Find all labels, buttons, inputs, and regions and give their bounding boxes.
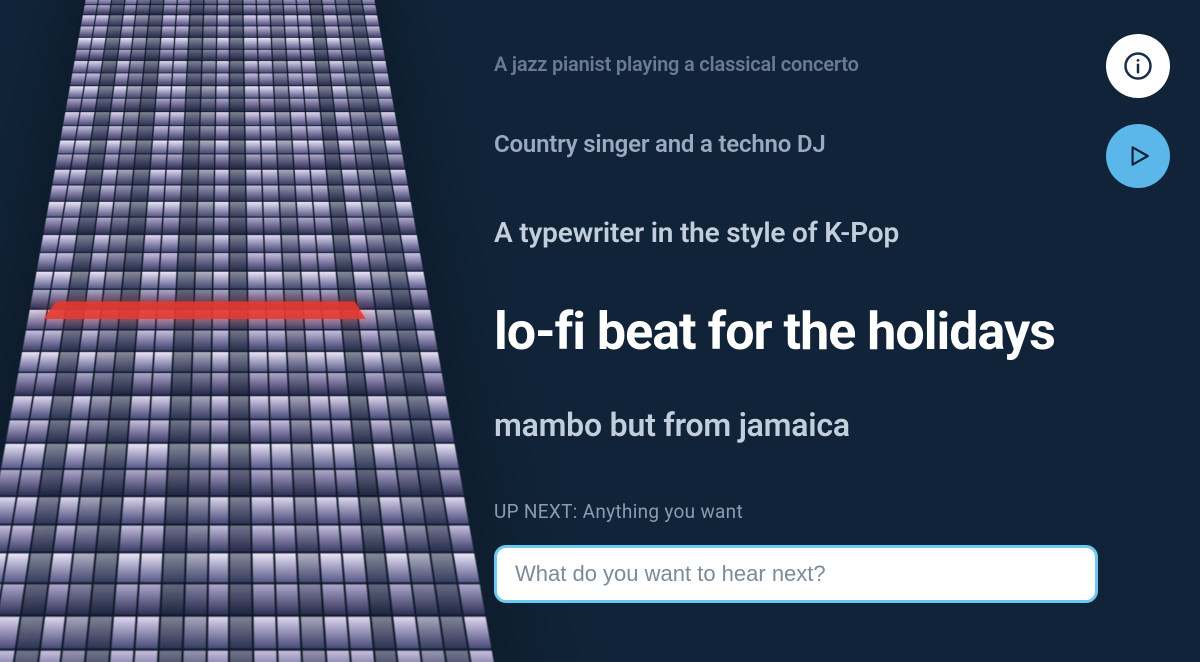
play-button[interactable] [1106,124,1170,188]
prompt-input-wrap [494,545,1098,603]
up-next-label: UP NEXT: Anything you want [494,500,1140,523]
app-stage: A jazz pianist playing a classical conce… [0,0,1200,662]
info-button[interactable] [1106,34,1170,98]
prompt-suggestion-2[interactable]: A typewriter in the style of K-Pop [494,216,1140,249]
prompt-current[interactable]: lo-fi beat for the holidays [494,305,1140,360]
prompt-column: A jazz pianist playing a classical conce… [494,52,1140,603]
top-right-controls [1106,34,1170,188]
prompt-input[interactable] [494,545,1098,603]
prompt-suggestion-0[interactable]: A jazz pianist playing a classical conce… [494,52,1140,76]
play-icon [1125,143,1151,169]
spectrogram-visualizer [0,0,460,662]
info-icon [1123,51,1153,81]
prompt-suggestion-4[interactable]: mambo but from jamaica [494,406,1140,444]
scan-plane [44,302,366,319]
prompt-suggestion-1[interactable]: Country singer and a techno DJ [494,130,1140,158]
